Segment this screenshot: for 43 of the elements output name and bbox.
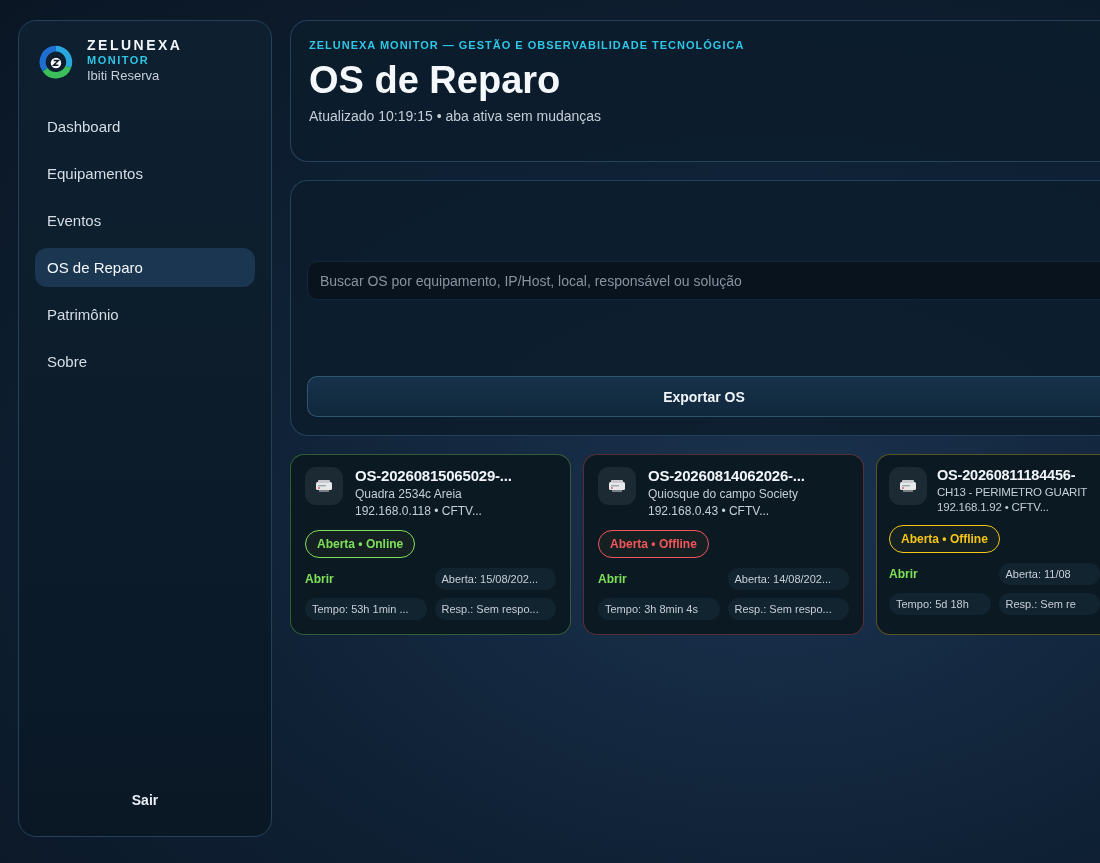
nav-item[interactable]: Equipamentos bbox=[35, 154, 255, 193]
nav-item[interactable]: Eventos bbox=[35, 201, 255, 240]
logout-button[interactable]: Sair bbox=[123, 788, 167, 812]
status-badge: Aberta • Online bbox=[305, 530, 416, 558]
assignee: Resp.: Sem re bbox=[998, 593, 1100, 615]
elapsed-time: Tempo: 53h 1min ... bbox=[305, 598, 427, 620]
opened-date: Aberta: 14/08/202... bbox=[727, 568, 849, 590]
elapsed-time: Tempo: 5d 18h bbox=[889, 593, 991, 615]
opened-date: Aberta: 15/08/202... bbox=[434, 568, 556, 590]
open-link[interactable]: Abrir bbox=[305, 572, 427, 586]
site-name: Ibiti Reserva bbox=[87, 68, 161, 83]
export-button[interactable]: Exportar OS bbox=[307, 376, 1100, 417]
brand-name: ZELUNEXA bbox=[87, 37, 183, 53]
order-host: 192.168.0.43 • CFTV... bbox=[648, 504, 771, 518]
order-id: OS-20260815065029-... bbox=[355, 467, 512, 484]
logo-icon bbox=[37, 43, 75, 81]
device-icon bbox=[899, 479, 917, 493]
nav-item[interactable]: Patrimônio bbox=[35, 295, 255, 334]
status-badge: Aberta • Offline bbox=[598, 530, 709, 558]
status-badge: Aberta • Offline bbox=[889, 525, 1000, 553]
assignee: Resp.: Sem respo... bbox=[434, 598, 556, 620]
order-location: CH13 - PERIMETRO GUARIT bbox=[937, 486, 1088, 498]
product-name: MONITOR bbox=[87, 54, 151, 66]
order-location: Quadra 2534c Areia bbox=[355, 487, 463, 501]
order-host: 192.168.0.118 • CFTV... bbox=[355, 504, 483, 518]
open-link[interactable]: Abrir bbox=[598, 572, 720, 586]
device-icon bbox=[608, 479, 626, 493]
search-field[interactable]: Buscar OS por equipamento, IP/Host, local, responsável ou solução bbox=[307, 261, 1100, 300]
order-id: OS-20260814062026-... bbox=[648, 467, 805, 484]
elapsed-time: Tempo: 3h 8min 4s bbox=[598, 598, 720, 620]
page-title: OS de Reparo bbox=[309, 59, 562, 102]
nav-item[interactable]: Sobre bbox=[35, 342, 255, 381]
order-host: 192.168.1.92 • CFTV... bbox=[937, 501, 1050, 513]
nav-item[interactable]: OS de Reparo bbox=[35, 248, 255, 287]
opened-date: Aberta: 11/08 bbox=[998, 563, 1100, 585]
update-status: Atualizado 10:19:15 • aba ativa sem mudanças bbox=[309, 108, 603, 124]
order-location: Quiosque do campo Society bbox=[648, 487, 800, 501]
assignee: Resp.: Sem respo... bbox=[727, 598, 849, 620]
header-eyebrow: ZELUNEXA MONITOR — GESTÃO E OBSERVABILIDADE TECNOLÓGICA bbox=[309, 39, 746, 51]
nav-item[interactable]: Dashboard bbox=[35, 107, 255, 146]
open-link[interactable]: Abrir bbox=[889, 567, 991, 581]
order-id: OS-20260811184456- bbox=[937, 467, 1077, 483]
device-icon bbox=[315, 479, 333, 493]
